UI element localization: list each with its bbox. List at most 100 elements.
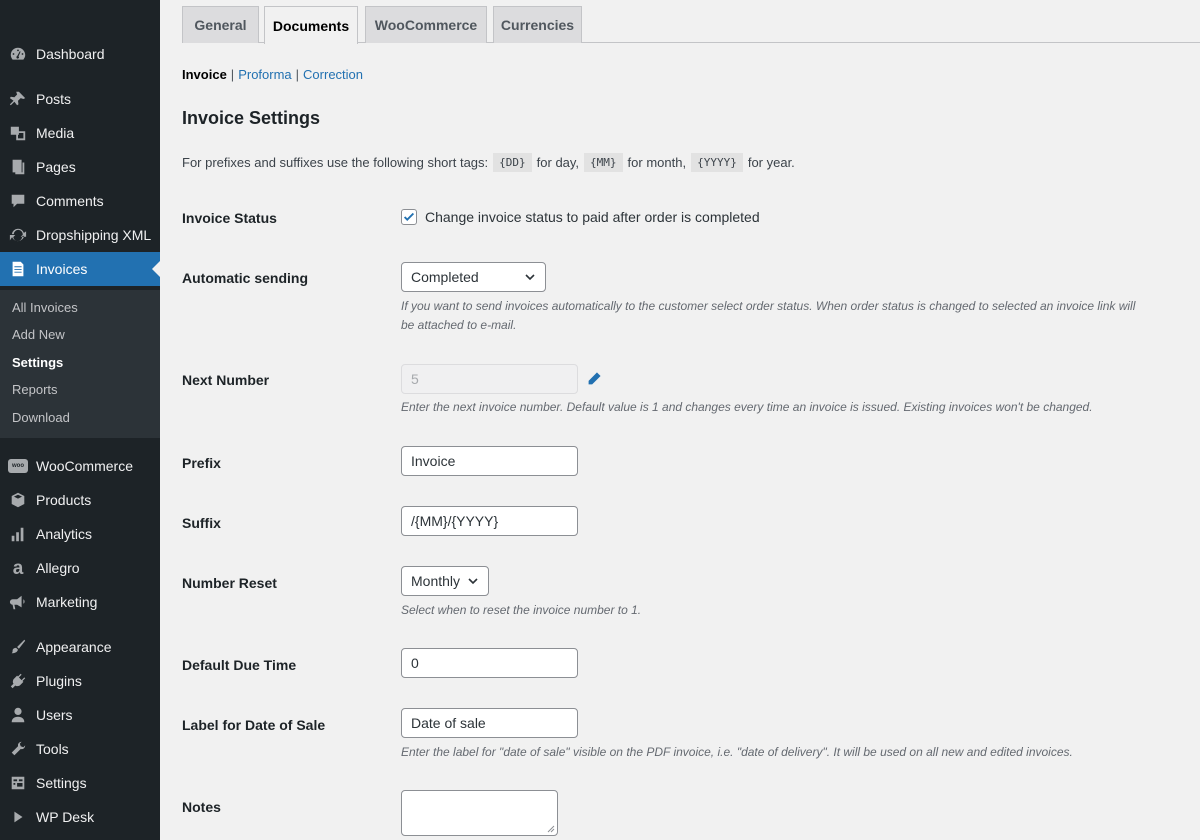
- page-title: Invoice Settings: [182, 108, 321, 128]
- description-line: be attached to e-mail.: [401, 318, 517, 332]
- submenu-download[interactable]: Download: [12, 410, 70, 425]
- invoice-icon: [8, 259, 28, 279]
- sidebar-item-plugins[interactable]: Plugins: [0, 664, 160, 698]
- megaphone-icon: [8, 592, 28, 612]
- sidebar-item-dashboard[interactable]: Dashboard: [0, 37, 160, 71]
- tab-woocommerce[interactable]: WooCommerce: [365, 6, 487, 43]
- admin-sidebar: Dashboard Posts Media Pages Comments Dro…: [0, 0, 160, 840]
- sidebar-item-tools[interactable]: Tools: [0, 732, 160, 766]
- pin-icon: [8, 89, 28, 109]
- sidebar-item-label: WP Desk: [36, 809, 95, 825]
- sidebar-item-label: Marketing: [36, 594, 98, 610]
- next-number-input: 5: [401, 364, 578, 394]
- products-icon: [8, 490, 28, 510]
- checkmark-icon: [403, 212, 415, 221]
- sidebar-item-label: Dropshipping XML: [36, 227, 152, 243]
- next-number-description: Enter the next invoice number. Default v…: [401, 400, 1093, 414]
- tab-general[interactable]: General: [182, 6, 259, 43]
- next-number-value: 5: [411, 371, 419, 387]
- paintbrush-icon: [8, 637, 28, 657]
- submenu-add-new[interactable]: Add New: [12, 327, 65, 342]
- description-line: If you want to send invoices automatical…: [401, 299, 1136, 313]
- pencil-icon[interactable]: [586, 371, 602, 387]
- sidebar-item-marketing[interactable]: Marketing: [0, 585, 160, 619]
- plugin-icon: [8, 671, 28, 691]
- sidebar-item-allegro[interactable]: a Allegro: [0, 551, 160, 585]
- pages-icon: [8, 157, 28, 177]
- sidebar-item-comments[interactable]: Comments: [0, 184, 160, 218]
- intro-text: for year.: [747, 155, 795, 170]
- suffix-label: Suffix: [182, 515, 221, 531]
- sidebar-item-appearance[interactable]: Appearance: [0, 630, 160, 664]
- next-number-label: Next Number: [182, 372, 270, 388]
- sidebar-item-label: Appearance: [36, 639, 112, 655]
- sidebar-item-pages[interactable]: Pages: [0, 150, 160, 184]
- nav-tab-wrapper: General Documents WooCommerce Currencies: [182, 6, 1200, 44]
- chevron-down-icon: [525, 274, 535, 281]
- prefix-input[interactable]: Invoice: [401, 446, 578, 476]
- sidebar-item-wp-desk[interactable]: WP Desk: [0, 800, 160, 834]
- settings-icon: [8, 773, 28, 793]
- sidebar-item-users[interactable]: Users: [0, 698, 160, 732]
- sidebar-item-settings[interactable]: Settings: [0, 766, 160, 800]
- woocommerce-icon: woo: [8, 456, 28, 476]
- suffix-input[interactable]: /{MM}/{YYYY}: [401, 506, 578, 536]
- sidebar-item-label: Plugins: [36, 673, 82, 689]
- prefix-label: Prefix: [182, 455, 221, 471]
- submenu-settings[interactable]: Settings: [12, 355, 63, 370]
- intro-text: For prefixes and suffixes use the follow…: [182, 155, 489, 170]
- sidebar-item-label: Media: [36, 125, 75, 141]
- sidebar-item-label: Users: [36, 707, 73, 723]
- number-reset-value: Monthly: [411, 573, 461, 589]
- allegro-icon: a: [12, 557, 24, 579]
- notes-textarea[interactable]: [401, 790, 558, 836]
- suffix-value: /{MM}/{YYYY}: [411, 513, 499, 529]
- subnav-invoice[interactable]: Invoice: [182, 67, 227, 82]
- subnav-proforma[interactable]: Proforma: [238, 67, 291, 82]
- date-of-sale-value: Date of sale: [411, 715, 486, 731]
- comments-icon: [8, 191, 28, 211]
- tab-documents[interactable]: Documents: [264, 6, 358, 44]
- automatic-sending-value: Completed: [411, 269, 479, 285]
- sidebar-item-label: Allegro: [36, 560, 80, 576]
- sidebar-item-label: Settings: [36, 775, 87, 791]
- tag-day: {DD}: [493, 153, 532, 172]
- wrench-icon: [8, 739, 28, 759]
- sidebar-item-invoices[interactable]: Invoices: [0, 252, 160, 286]
- sidebar-item-label: Invoices: [36, 261, 88, 277]
- sidebar-item-label: Analytics: [36, 526, 93, 542]
- automatic-sending-select[interactable]: Completed: [401, 262, 546, 292]
- default-due-time-value: 0: [411, 655, 419, 671]
- sidebar-item-media[interactable]: Media: [0, 116, 160, 150]
- date-of-sale-input[interactable]: Date of sale: [401, 708, 578, 738]
- number-reset-select[interactable]: Monthly: [401, 566, 489, 596]
- tag-month: {MM}: [584, 153, 623, 172]
- sidebar-item-label: Tools: [36, 741, 69, 757]
- sidebar-item-label: Products: [36, 492, 92, 508]
- play-icon: [8, 807, 28, 827]
- tag-year: {YYYY}: [691, 153, 743, 172]
- invoice-status-checkbox-label[interactable]: Change invoice status to paid after orde…: [425, 209, 760, 225]
- sidebar-item-woocommerce[interactable]: woo WooCommerce: [0, 449, 160, 483]
- submenu-all-invoices[interactable]: All Invoices: [12, 300, 78, 315]
- resize-grip-icon[interactable]: [547, 825, 555, 833]
- sidebar-item-label: Dashboard: [36, 46, 105, 62]
- main-content: General Documents WooCommerce Currencies…: [160, 0, 1200, 840]
- tab-currencies[interactable]: Currencies: [493, 6, 582, 43]
- default-due-time-label: Default Due Time: [182, 657, 297, 673]
- automatic-sending-description: If you want to send invoices automatical…: [401, 297, 1191, 335]
- subnav-separator: |: [295, 67, 300, 82]
- invoice-status-checkbox[interactable]: [401, 209, 417, 225]
- invoices-submenu: All Invoices Add New Settings Reports Do…: [0, 290, 160, 438]
- sidebar-item-dropshipping-xml[interactable]: Dropshipping XML: [0, 218, 160, 252]
- default-due-time-input[interactable]: 0: [401, 648, 578, 678]
- sidebar-item-analytics[interactable]: Analytics: [0, 517, 160, 551]
- sidebar-item-posts[interactable]: Posts: [0, 82, 160, 116]
- submenu-reports[interactable]: Reports: [12, 382, 58, 397]
- number-reset-label: Number Reset: [182, 575, 277, 591]
- subnav-correction[interactable]: Correction: [303, 67, 363, 82]
- sidebar-item-products[interactable]: Products: [0, 483, 160, 517]
- invoice-status-label: Invoice Status: [182, 210, 277, 226]
- sidebar-item-label: Pages: [36, 159, 76, 175]
- intro-text: for month,: [627, 155, 687, 170]
